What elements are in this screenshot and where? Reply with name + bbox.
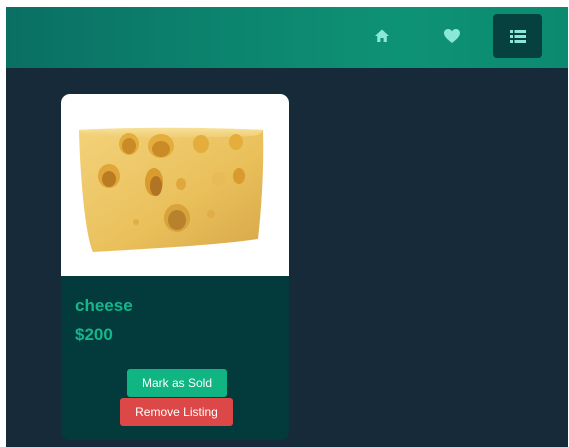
cheese-image: [61, 94, 289, 276]
app-window: cheese $200 Mark as Sold Remove Listing: [6, 7, 568, 447]
listing-price: $200: [75, 325, 113, 344]
list-icon: [509, 29, 526, 43]
remove-listing-button[interactable]: Remove Listing: [120, 398, 233, 426]
nav-home-button[interactable]: [357, 14, 406, 58]
mark-as-sold-button[interactable]: Mark as Sold: [127, 369, 227, 397]
top-navbar: [6, 7, 568, 68]
home-icon: [374, 28, 390, 44]
heart-icon: [443, 28, 461, 44]
nav-favorites-button[interactable]: [427, 14, 476, 58]
listing-card: cheese $200 Mark as Sold Remove Listing: [61, 94, 289, 440]
listing-title: cheese: [75, 296, 133, 315]
nav-listings-button[interactable]: [493, 14, 542, 58]
